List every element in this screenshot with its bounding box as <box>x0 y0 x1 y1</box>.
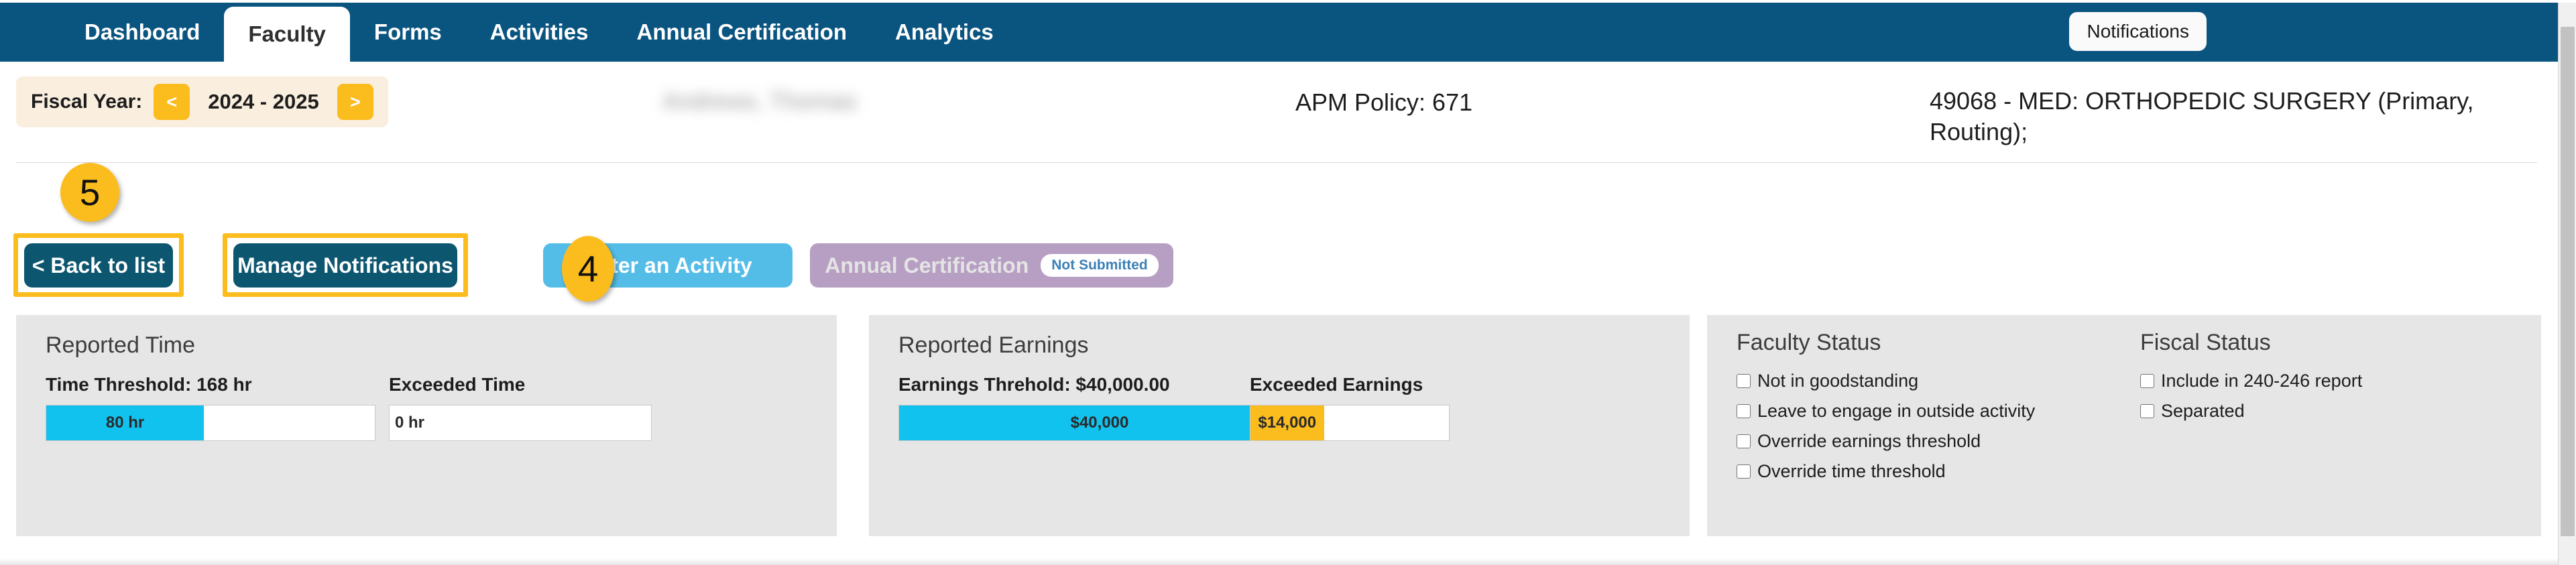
checkbox-row-leave-outside-activity[interactable]: Leave to engage in outside activity <box>1737 401 2035 422</box>
earnings-progress-value: $40,000 <box>1070 414 1129 432</box>
checkbox-not-in-goodstanding[interactable] <box>1737 374 1751 388</box>
reported-time-panel: Reported Time Time Threshold: 168 hr Exc… <box>16 315 837 536</box>
time-progress-fill: 80 hr <box>46 405 204 440</box>
checkbox-label: Override earnings threshold <box>1757 431 1981 451</box>
annotation-badge-5: 5 <box>60 163 119 222</box>
nav-tab-label: Forms <box>373 19 442 44</box>
action-button-row: < Back to list Manage Notifications Ente… <box>0 228 2558 302</box>
top-navigation-bar: Dashboard Faculty Forms Activities Annua… <box>0 3 2558 62</box>
checkbox-separated[interactable] <box>2140 404 2154 418</box>
nav-tab-label: Dashboard <box>84 19 200 44</box>
checkbox-label: Include in 240-246 report <box>2161 371 2363 391</box>
fiscal-year-next-button[interactable]: > <box>337 84 373 120</box>
reported-time-title: Reported Time <box>46 332 195 358</box>
checkbox-row-not-in-goodstanding[interactable]: Not in goodstanding <box>1737 371 2035 391</box>
reported-earnings-panel: Reported Earnings Earnings Threhold: $40… <box>869 315 1690 536</box>
faculty-header: Fiscal Year: < 2024 - 2025 > Andrews, Th… <box>0 62 2558 164</box>
fiscal-status-title: Fiscal Status <box>2140 330 2271 355</box>
annual-certification-status-badge: Not Submitted <box>1041 254 1159 277</box>
nav-tab-label: Annual Certification <box>636 19 847 44</box>
checkbox-include-240-246-report[interactable] <box>2140 374 2154 388</box>
reported-earnings-title: Reported Earnings <box>898 332 1089 358</box>
checkbox-override-earnings-threshold[interactable] <box>1737 434 1751 448</box>
checkbox-row-separated[interactable]: Separated <box>2140 401 2362 422</box>
checkbox-label: Not in goodstanding <box>1757 371 1919 391</box>
manage-notifications-button[interactable]: Manage Notifications <box>233 243 457 288</box>
checkbox-leave-outside-activity[interactable] <box>1737 404 1751 418</box>
nav-tab-label: Activities <box>489 19 589 44</box>
bottom-edge-shadow <box>0 558 2558 565</box>
nav-tab-label: Analytics <box>895 19 994 44</box>
nav-tab-faculty[interactable]: Faculty <box>224 7 350 62</box>
time-threshold-label: Time Threshold: 168 hr <box>46 374 252 395</box>
faculty-status-title: Faculty Status <box>1737 330 1881 355</box>
vertical-scrollbar[interactable] <box>2558 3 2576 565</box>
fiscal-status-column: Fiscal Status Include in 240-246 report … <box>2140 330 2362 431</box>
back-to-list-button[interactable]: < Back to list <box>24 243 173 288</box>
exceeded-earnings-label: Exceeded Earnings <box>1250 374 1423 395</box>
checkbox-label: Override time threshold <box>1757 461 1946 481</box>
nav-tab-dashboard[interactable]: Dashboard <box>60 3 224 62</box>
annotation-badge-4: 4 <box>562 236 614 302</box>
header-divider <box>16 162 2537 163</box>
fiscal-year-value: 2024 - 2025 <box>208 90 319 113</box>
exceeded-time-value: 0 hr <box>395 414 425 432</box>
exceeded-earnings-value: $14,000 <box>1258 414 1317 432</box>
exceeded-earnings-fill: $14,000 <box>1250 405 1324 440</box>
checkbox-label: Separated <box>2161 401 2245 421</box>
nav-tab-annual-certification[interactable]: Annual Certification <box>613 3 872 62</box>
fiscal-year-selector: Fiscal Year: < 2024 - 2025 > <box>16 76 388 127</box>
faculty-status-column: Faculty Status Not in goodstanding Leave… <box>1737 330 2035 491</box>
checkbox-row-override-earnings-threshold[interactable]: Override earnings threshold <box>1737 431 2035 452</box>
annual-certification-label: Annual Certification <box>825 253 1029 277</box>
exceeded-time-field: 0 hr <box>389 405 652 441</box>
annual-certification-button[interactable]: Annual Certification Not Submitted <box>810 243 1173 288</box>
time-progress-bar: 80 hr <box>46 405 375 441</box>
summary-panels: Reported Time Time Threshold: 168 hr Exc… <box>0 315 2558 550</box>
nav-tab-analytics[interactable]: Analytics <box>871 3 1018 62</box>
checkbox-row-override-time-threshold[interactable]: Override time threshold <box>1737 461 2035 482</box>
earnings-progress-fill: $40,000 <box>899 405 1300 440</box>
nav-tab-list: Dashboard Faculty Forms Activities Annua… <box>60 3 1018 62</box>
time-progress-value: 80 hr <box>105 414 145 432</box>
page-root: Dashboard Faculty Forms Activities Annua… <box>0 0 2576 565</box>
checkbox-override-time-threshold[interactable] <box>1737 464 1751 479</box>
nav-tab-forms[interactable]: Forms <box>350 3 466 62</box>
status-panel: Faculty Status Not in goodstanding Leave… <box>1707 315 2541 536</box>
nav-tab-label: Faculty <box>248 21 326 46</box>
fiscal-year-label: Fiscal Year: <box>31 90 143 113</box>
earnings-progress-bar: $40,000 <box>898 405 1301 441</box>
notifications-button[interactable]: Notifications <box>2069 12 2207 51</box>
nav-tab-activities[interactable]: Activities <box>466 3 613 62</box>
earnings-threshold-label: Earnings Threhold: $40,000.00 <box>898 374 1170 395</box>
checkbox-label: Leave to engage in outside activity <box>1757 401 2036 421</box>
apm-policy-text: APM Policy: 671 <box>1295 88 1473 116</box>
exceeded-time-label: Exceeded Time <box>389 374 526 395</box>
exceeded-earnings-bar: $14,000 <box>1250 405 1450 441</box>
fiscal-year-prev-button[interactable]: < <box>154 84 190 120</box>
department-text: 49068 - MED: ORTHOPEDIC SURGERY (Primary… <box>1930 87 2474 146</box>
scrollbar-thumb[interactable] <box>2561 27 2575 536</box>
faculty-name-redacted: Andrews, Thomas <box>662 87 857 115</box>
checkbox-row-include-240-246-report[interactable]: Include in 240-246 report <box>2140 371 2362 391</box>
